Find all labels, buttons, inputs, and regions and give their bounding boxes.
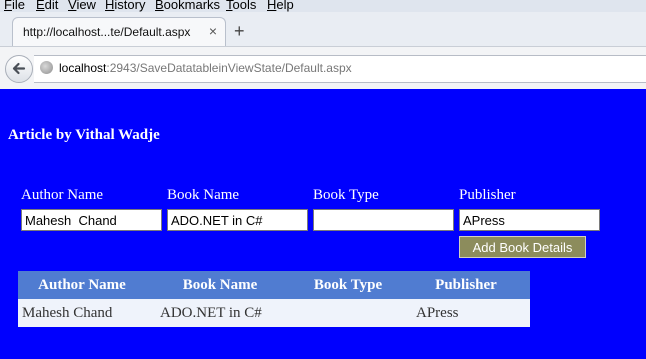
page-content: Article by Vithal Wadje Author Name Book…	[0, 89, 646, 359]
author-name-input[interactable]	[21, 209, 162, 231]
browser-chrome: File Edit View History Bookmarks Tools H…	[0, 0, 646, 89]
menu-view[interactable]: View	[68, 0, 96, 12]
book-type-input[interactable]	[313, 209, 454, 231]
cell-book-type	[294, 299, 402, 327]
column-header-publisher: Publisher	[402, 271, 530, 299]
cell-author-name: Mahesh Chand	[18, 299, 146, 327]
author-name-label: Author Name	[21, 187, 104, 203]
publisher-label: Publisher	[459, 187, 516, 203]
url-path: :2943/SaveDatatableinViewState/Default.a…	[106, 61, 352, 75]
cell-book-name: ADO.NET in C#	[146, 299, 294, 327]
column-header-author-name: Author Name	[18, 271, 146, 299]
books-table: Author Name Book Name Book Type Publishe…	[18, 271, 530, 327]
tab-title: http://localhost...te/Default.aspx	[23, 25, 191, 39]
menu-bookmarks[interactable]: Bookmarks	[155, 0, 220, 12]
back-button[interactable]	[5, 55, 33, 83]
url-text[interactable]: localhost:2943/SaveDatatableinViewState/…	[59, 61, 352, 75]
menu-history[interactable]: History	[105, 0, 145, 12]
new-tab-icon[interactable]: +	[234, 21, 245, 42]
menu-bar: File Edit View History Bookmarks Tools H…	[0, 0, 646, 12]
book-name-label: Book Name	[167, 187, 240, 203]
browser-tab[interactable]: http://localhost...te/Default.aspx ×	[12, 17, 226, 46]
book-name-input[interactable]	[167, 209, 308, 231]
cell-publisher: APress	[402, 299, 530, 327]
navigation-bar: localhost:2943/SaveDatatableinViewState/…	[0, 46, 646, 89]
book-type-label: Book Type	[313, 187, 379, 203]
menu-tools[interactable]: Tools	[226, 0, 256, 12]
publisher-input[interactable]	[459, 209, 600, 231]
add-book-details-button[interactable]: Add Book Details	[459, 236, 586, 258]
close-tab-icon[interactable]: ×	[209, 23, 217, 39]
globe-icon	[40, 61, 53, 74]
column-header-book-type: Book Type	[294, 271, 402, 299]
back-arrow-icon	[12, 62, 26, 75]
address-bar[interactable]: localhost:2943/SaveDatatableinViewState/…	[34, 55, 646, 83]
table-row: Mahesh Chand ADO.NET in C# APress	[18, 299, 530, 327]
menu-file[interactable]: File	[4, 0, 25, 12]
menu-help[interactable]: Help	[267, 0, 294, 12]
page-title: Article by Vithal Wadje	[8, 127, 160, 143]
column-header-book-name: Book Name	[146, 271, 294, 299]
table-header-row: Author Name Book Name Book Type Publishe…	[18, 271, 530, 299]
menu-edit[interactable]: Edit	[36, 0, 58, 12]
url-host: localhost	[59, 61, 107, 75]
